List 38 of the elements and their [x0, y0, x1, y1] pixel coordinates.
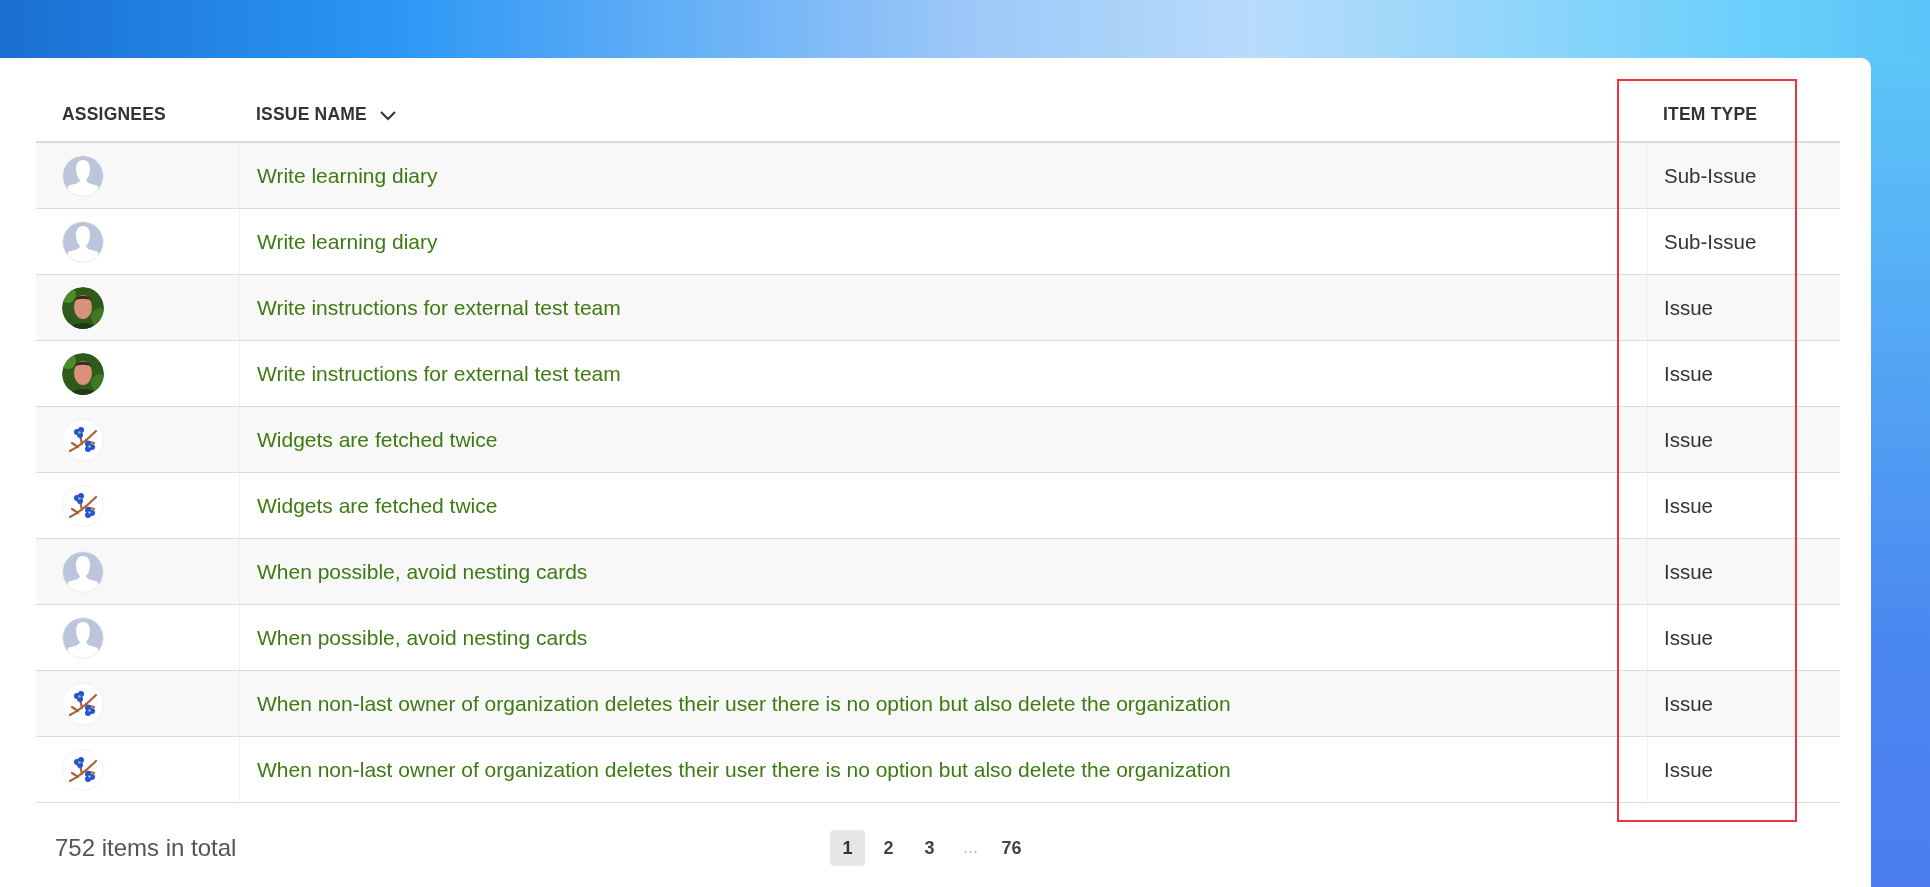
item-type: Sub-Issue [1664, 163, 1757, 188]
flower-branch-icon [62, 748, 104, 791]
issue-link[interactable]: Write learning diary [257, 229, 438, 254]
user-silhouette-icon [62, 154, 104, 197]
page-button[interactable]: 3 [912, 830, 947, 866]
column-header: ASSIGNEES [62, 104, 166, 125]
chevron-down-icon[interactable] [378, 108, 397, 121]
flower-branch-icon [62, 418, 104, 461]
column-header[interactable]: ISSUE NAME [256, 104, 367, 125]
issue-link[interactable]: Write instructions for external test team [257, 361, 621, 386]
flower-branch-icon [62, 484, 104, 527]
item-type: Issue [1664, 625, 1713, 650]
issue-link[interactable]: Widgets are fetched twice [257, 427, 498, 452]
item-type: Issue [1664, 691, 1713, 716]
pagination-ellipsis: … [961, 839, 980, 857]
user-silhouette-icon [62, 550, 104, 593]
page-button[interactable]: 2 [871, 830, 906, 866]
issue-link[interactable]: Widgets are fetched twice [257, 493, 498, 518]
issue-link[interactable]: When non-last owner of organization deletes their user there is no option but also delete the organization [257, 691, 1231, 716]
item-type: Issue [1664, 757, 1713, 782]
issue-link[interactable]: Write instructions for external test team [257, 295, 621, 320]
item-type: Issue [1664, 427, 1713, 452]
user-silhouette-icon [62, 616, 104, 659]
item-type: Issue [1664, 493, 1713, 518]
issue-link[interactable]: When possible, avoid nesting cards [257, 559, 588, 584]
issue-link[interactable]: When possible, avoid nesting cards [257, 625, 588, 650]
flower-branch-icon [62, 682, 104, 725]
item-type: Issue [1664, 361, 1713, 386]
items-total: 752 items in total [54, 834, 238, 862]
page-button[interactable]: 1 [830, 830, 865, 866]
user-silhouette-icon [62, 220, 104, 263]
column-header: ITEM TYPE [1663, 104, 1758, 125]
issue-link[interactable]: When non-last owner of organization deletes their user there is no option but also delete the organization [257, 757, 1231, 782]
item-type: Issue [1664, 559, 1713, 584]
item-type: Issue [1664, 295, 1713, 320]
issue-link[interactable]: Write learning diary [257, 163, 438, 188]
item-type: Sub-Issue [1664, 229, 1757, 254]
page-button[interactable]: 76 [994, 830, 1029, 866]
